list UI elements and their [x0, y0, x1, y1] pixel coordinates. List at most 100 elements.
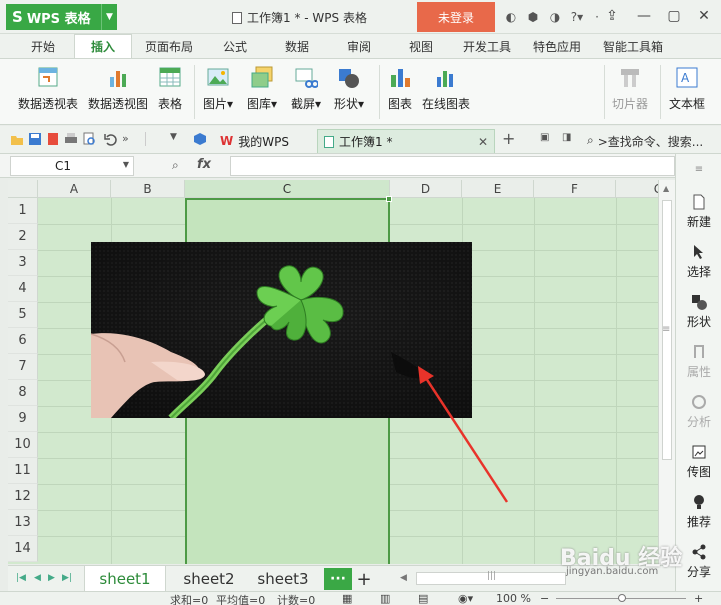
tab-home[interactable]: 开始: [20, 34, 66, 58]
pane-analyze-button[interactable]: 分析: [676, 394, 721, 430]
pane-shape-button[interactable]: 形状: [676, 294, 721, 330]
chevron-down-icon[interactable]: ▼: [170, 132, 184, 146]
row-header[interactable]: 13: [8, 510, 38, 536]
tab-developer[interactable]: 开发工具: [458, 34, 516, 58]
fullscreen-icon[interactable]: ⇪: [598, 4, 626, 28]
style-icon[interactable]: ◑: [547, 9, 563, 25]
prev-sheet-icon[interactable]: ◀: [34, 573, 41, 583]
shape-button[interactable]: 形状▾: [334, 65, 364, 112]
row-header[interactable]: 2: [8, 224, 38, 250]
open-folder-icon[interactable]: [10, 132, 24, 146]
add-sheet-button[interactable]: +: [352, 566, 376, 592]
save-icon[interactable]: [28, 132, 42, 146]
scroll-up-icon[interactable]: ▲: [663, 184, 669, 193]
row-header[interactable]: 8: [8, 380, 38, 406]
zoom-search-icon[interactable]: ⌕: [172, 158, 179, 173]
skin-icon[interactable]: ◐: [503, 9, 519, 25]
pivot-table-button[interactable]: 数据透视表: [18, 65, 78, 112]
row-header[interactable]: 6: [8, 328, 38, 354]
chevron-down-icon[interactable]: ▼: [123, 160, 129, 169]
column-header[interactable]: D: [390, 180, 462, 198]
row-header[interactable]: 1: [8, 198, 38, 224]
pane-menu-icon[interactable]: ≡: [676, 164, 721, 175]
print-preview-icon[interactable]: [82, 132, 96, 146]
help-icon[interactable]: ?▾: [569, 9, 585, 25]
row-header[interactable]: 9: [8, 406, 38, 432]
tab-review[interactable]: 审阅: [336, 34, 382, 58]
normal-view-icon[interactable]: ▦: [342, 592, 352, 605]
column-header[interactable]: B: [111, 180, 185, 198]
new-tab-icon[interactable]: +: [502, 129, 516, 148]
undo-icon[interactable]: [104, 132, 118, 146]
column-header[interactable]: E: [462, 180, 534, 198]
picture-button[interactable]: 图片▾: [203, 65, 233, 112]
fill-handle[interactable]: [386, 196, 392, 202]
row-header[interactable]: 3: [8, 250, 38, 276]
column-header[interactable]: A: [38, 180, 111, 198]
row-header[interactable]: 5: [8, 302, 38, 328]
tab-smart-tools[interactable]: 智能工具箱: [598, 34, 668, 58]
zoom-thumb[interactable]: [618, 594, 626, 602]
pane-props-button[interactable]: 属性: [676, 344, 721, 380]
export-pdf-icon[interactable]: [46, 132, 60, 146]
tab-formulas[interactable]: 公式: [212, 34, 258, 58]
maximize-icon[interactable]: ▢: [660, 4, 688, 28]
tab-data[interactable]: 数据: [274, 34, 320, 58]
row-header[interactable]: 12: [8, 484, 38, 510]
zoom-in-icon[interactable]: +: [694, 592, 703, 605]
column-header[interactable]: G: [616, 180, 658, 198]
row-header[interactable]: 10: [8, 432, 38, 458]
command-search[interactable]: ⌕ >查找命令、搜索...: [587, 133, 703, 150]
name-box[interactable]: C1 ▼: [10, 156, 134, 176]
screenshot-button[interactable]: 截屏▾: [291, 65, 321, 112]
pivot-chart-button[interactable]: 数据透视图: [88, 65, 148, 112]
more-sheets-button[interactable]: ···: [324, 568, 352, 590]
more-quick-icon[interactable]: »: [122, 132, 136, 146]
next-sheet-icon[interactable]: ▶: [48, 573, 55, 583]
app-menu-button[interactable]: S WPS 表格 ▼: [6, 4, 117, 30]
tab-view[interactable]: 视图: [398, 34, 444, 58]
horizontal-scrollbar[interactable]: |||: [416, 571, 566, 585]
pane-share-button[interactable]: 分享: [676, 544, 721, 580]
tab-page-layout[interactable]: 页面布局: [138, 34, 200, 58]
print-icon[interactable]: [64, 132, 78, 146]
tv-icon[interactable]: ▣: [540, 132, 554, 146]
chart-button[interactable]: 图表: [388, 65, 412, 112]
sheet-tab-2[interactable]: sheet2: [176, 566, 242, 592]
online-chart-button[interactable]: 在线图表: [422, 65, 470, 112]
last-sheet-icon[interactable]: ▶|: [62, 573, 72, 583]
pane-transfer-button[interactable]: 传图: [676, 444, 721, 480]
zoom-level[interactable]: 100 %: [496, 592, 531, 605]
fx-icon[interactable]: fx: [197, 157, 211, 172]
chevron-down-icon[interactable]: ▼: [101, 4, 117, 30]
zoom-out-icon[interactable]: −: [540, 592, 549, 605]
table-button[interactable]: 表格: [158, 65, 182, 112]
textbox-button[interactable]: A 文本框: [669, 65, 705, 112]
cube-icon[interactable]: ⬢: [525, 9, 541, 25]
tab-my-wps[interactable]: W 我的WPS: [214, 129, 295, 153]
row-header[interactable]: 11: [8, 458, 38, 484]
row-header[interactable]: 4: [8, 276, 38, 302]
formula-input[interactable]: [230, 156, 675, 176]
bell-icon[interactable]: ◨: [562, 132, 576, 146]
page-break-icon[interactable]: ▤: [418, 592, 428, 605]
page-layout-icon[interactable]: ▥: [380, 592, 390, 605]
close-tab-icon[interactable]: ✕: [478, 135, 488, 149]
pane-select-button[interactable]: 选择: [676, 244, 721, 280]
tab-special[interactable]: 特色应用: [528, 34, 586, 58]
login-button[interactable]: 未登录: [417, 2, 495, 32]
column-header-selected[interactable]: C: [185, 180, 390, 198]
vertical-scrollbar[interactable]: ▲ ≡: [658, 180, 675, 565]
sheet-tab-3[interactable]: sheet3: [250, 566, 316, 592]
pane-recommend-button[interactable]: 推荐: [676, 494, 721, 530]
row-header[interactable]: 14: [8, 536, 38, 562]
gallery-button[interactable]: 图库▾: [247, 65, 277, 112]
row-header[interactable]: 7: [8, 354, 38, 380]
minimize-icon[interactable]: —: [630, 4, 658, 28]
column-header[interactable]: F: [534, 180, 616, 198]
clip-button[interactable]: 切片器: [612, 65, 648, 112]
first-sheet-icon[interactable]: |◀: [16, 573, 26, 583]
cube-icon[interactable]: [193, 132, 207, 146]
sheet-tab-1[interactable]: sheet1: [84, 566, 166, 592]
select-all-corner[interactable]: [8, 180, 38, 198]
